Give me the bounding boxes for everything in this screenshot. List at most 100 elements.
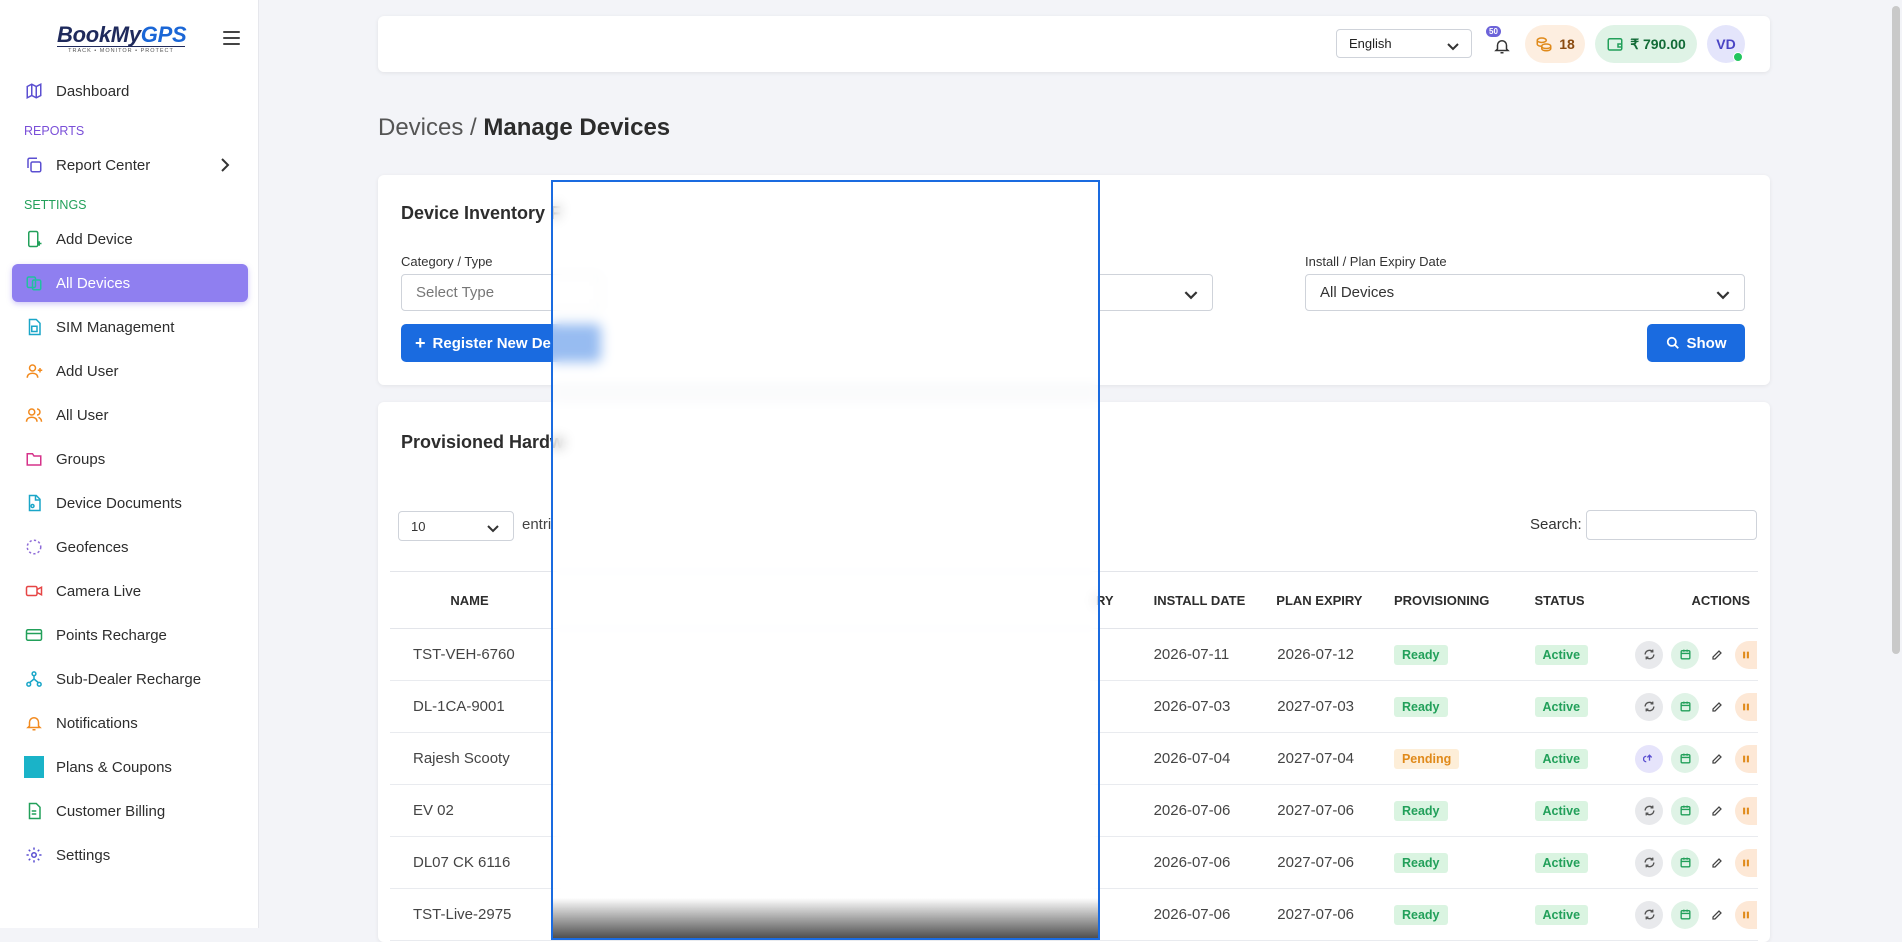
sidebar-item-report-center[interactable]: Report Center	[12, 146, 248, 184]
cell-plan-expiry: 2027-07-06	[1276, 888, 1393, 941]
calendar-icon[interactable]	[1671, 900, 1699, 929]
sidebar-item-label: Dashboard	[56, 82, 130, 100]
sidebar-item-label: Geofences	[56, 538, 129, 556]
pause-icon[interactable]	[1735, 640, 1757, 669]
pause-icon[interactable]	[1735, 744, 1757, 773]
wallet-value: ₹ 790.00	[1630, 35, 1686, 52]
sidebar-item-label: Customer Billing	[56, 802, 166, 820]
brand-logo[interactable]: BookMyGPS TRACK • MONITOR • PROTECT	[57, 22, 187, 56]
cell-actions	[1634, 680, 1758, 733]
cell-actions	[1634, 732, 1758, 785]
edit-icon[interactable]	[1707, 901, 1727, 929]
search-icon	[1666, 336, 1679, 349]
cell-provisioning: Ready	[1392, 836, 1534, 889]
sidebar-item-all-user[interactable]: All User	[12, 396, 248, 434]
top-bar: English 50 18 ₹ 790.00 VD	[378, 16, 1770, 72]
sidebar-item-geofences[interactable]: Geofences	[12, 528, 248, 566]
cell-actions	[1634, 784, 1758, 837]
sidebar-item-settings[interactable]: Settings	[12, 836, 248, 874]
edit-icon[interactable]	[1707, 693, 1727, 721]
cell-actions	[1634, 836, 1758, 889]
status-badge: Active	[1534, 800, 1589, 821]
calendar-icon[interactable]	[1671, 692, 1699, 721]
sim-icon	[24, 317, 44, 337]
page-scrollbar[interactable]	[1892, 6, 1900, 654]
edit-icon[interactable]	[1707, 797, 1727, 825]
language-select[interactable]: English	[1336, 29, 1472, 58]
plus-icon: +	[415, 333, 426, 353]
sidebar-item-label: Groups	[56, 450, 106, 468]
sidebar-item-points-recharge[interactable]: Points Recharge	[12, 616, 248, 654]
search-input[interactable]	[1586, 510, 1757, 540]
provisioning-badge: Ready	[1393, 852, 1448, 873]
cell-name: DL07 CK 6116	[390, 836, 550, 889]
col-plan-expiry[interactable]: PLAN EXPIRY	[1276, 571, 1393, 629]
cell-name: TST-VEH-6760	[390, 628, 550, 681]
col-status[interactable]: STATUS	[1533, 571, 1634, 629]
avatar[interactable]: VD	[1707, 25, 1745, 63]
sidebar-item-customer-billing[interactable]: Customer Billing	[12, 792, 248, 830]
upload-icon[interactable]	[1635, 744, 1663, 773]
provisioning-badge: Ready	[1393, 800, 1448, 821]
col-actions: ACTIONS	[1634, 571, 1758, 629]
pause-icon[interactable]	[1735, 848, 1757, 877]
edit-icon[interactable]	[1707, 641, 1727, 669]
cell-status: Active	[1533, 732, 1634, 785]
show-button[interactable]: Show	[1647, 324, 1745, 362]
pause-icon[interactable]	[1735, 900, 1757, 929]
blurred-popup-overlay[interactable]	[551, 180, 1100, 940]
sidebar-item-sub-dealer-recharge[interactable]: Sub-Dealer Recharge	[12, 660, 248, 698]
chevron-down-icon	[487, 521, 499, 536]
calendar-icon[interactable]	[1671, 640, 1699, 669]
sidebar-item-camera-live[interactable]: Camera Live	[12, 572, 248, 610]
col-name[interactable]: NAME	[390, 571, 550, 629]
filter-select-hidden[interactable]	[1098, 274, 1213, 311]
cell-plan-expiry: 2026-07-12	[1276, 628, 1393, 681]
sidebar-item-label: All Devices	[56, 274, 131, 292]
sidebar-item-sim-management[interactable]: SIM Management	[12, 308, 248, 346]
sidebar-item-all-devices[interactable]: All Devices	[12, 264, 248, 302]
pause-icon[interactable]	[1735, 692, 1757, 721]
pause-icon[interactable]	[1735, 796, 1757, 825]
devices-icon	[24, 273, 44, 293]
breadcrumb-parent[interactable]: Devices /	[378, 114, 477, 141]
section-reports: REPORTS	[24, 124, 85, 138]
refresh-icon[interactable]	[1635, 848, 1663, 877]
expiry-select[interactable]: All Devices	[1305, 274, 1745, 311]
cell-provisioning: Ready	[1392, 628, 1534, 681]
sidebar-item-dashboard[interactable]: Dashboard	[12, 72, 248, 110]
sidebar-item-label: Notifications	[56, 714, 138, 732]
coins-badge[interactable]: 18	[1525, 25, 1585, 63]
sidebar-item-label: All User	[56, 406, 109, 424]
sidebar-item-device-documents[interactable]: Device Documents	[12, 484, 248, 522]
chevron-right-icon	[220, 158, 230, 176]
refresh-icon[interactable]	[1635, 640, 1663, 669]
calendar-icon[interactable]	[1671, 796, 1699, 825]
refresh-icon[interactable]	[1635, 796, 1663, 825]
calendar-icon[interactable]	[1671, 744, 1699, 773]
refresh-icon[interactable]	[1635, 900, 1663, 929]
page-size-select[interactable]: 10	[398, 511, 514, 541]
col-install-date[interactable]: INSTALL DATE	[1113, 571, 1277, 629]
wallet-badge[interactable]: ₹ 790.00	[1595, 25, 1697, 63]
sidebar-item-notifications[interactable]: Notifications	[12, 704, 248, 742]
sidebar-item-label: Add User	[56, 362, 119, 380]
edit-icon[interactable]	[1707, 745, 1727, 773]
cell-status: Active	[1533, 628, 1634, 681]
register-device-label: Register New De	[432, 334, 551, 352]
sidebar-item-plans-coupons[interactable]: Plans & Coupons	[12, 748, 248, 786]
edit-icon[interactable]	[1707, 849, 1727, 877]
calendar-icon[interactable]	[1671, 848, 1699, 877]
sidebar-item-add-user[interactable]: Add User	[12, 352, 248, 390]
refresh-icon[interactable]	[1635, 692, 1663, 721]
cell-status: Active	[1533, 888, 1634, 941]
col-provisioning[interactable]: PROVISIONING	[1392, 571, 1534, 629]
sidebar-item-groups[interactable]: Groups	[12, 440, 248, 478]
entries-label: entri	[522, 516, 552, 533]
notifications-button[interactable]: 50	[1486, 26, 1514, 58]
cell-provisioning: Pending	[1392, 732, 1534, 785]
menu-toggle-icon[interactable]	[223, 31, 240, 45]
folder-icon	[24, 449, 44, 469]
section-settings: SETTINGS	[24, 198, 87, 212]
sidebar-item-add-device[interactable]: Add Device	[12, 220, 248, 258]
